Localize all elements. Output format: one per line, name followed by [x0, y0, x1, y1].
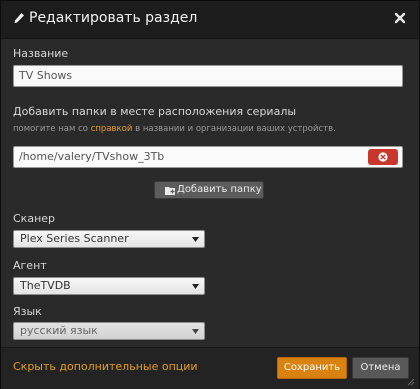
help-link[interactable]: справкой	[91, 124, 133, 134]
agent-label: Агент	[13, 259, 47, 272]
language-selected: русский язык	[20, 324, 98, 337]
edit-section-dialog: Редактировать раздел Название TV Shows Д…	[0, 0, 420, 389]
add-folder-button[interactable]: Добавить папку	[154, 181, 264, 199]
folders-label: Добавить папки в месте расположения сери…	[13, 105, 297, 118]
hide-advanced-options-link[interactable]: Скрыть дополнительные опции	[13, 360, 198, 373]
remove-folder-button[interactable]	[368, 149, 398, 165]
agent-selected: TheTVDB	[20, 279, 71, 292]
scanner-select[interactable]: Plex Series Scanner	[13, 230, 205, 248]
pencil-icon	[14, 13, 24, 23]
language-select[interactable]: русский язык	[13, 322, 205, 340]
chevron-down-icon	[192, 329, 199, 334]
scanner-label: Сканер	[13, 212, 56, 225]
folder-path-value: /home/valery/TVshow_3Tb	[19, 150, 165, 163]
agent-select[interactable]: TheTVDB	[13, 277, 205, 295]
save-button[interactable]: Сохранить	[277, 357, 347, 379]
scanner-selected: Plex Series Scanner	[20, 232, 129, 245]
dialog-title: Редактировать раздел	[29, 10, 198, 26]
cancel-button[interactable]: Отмена	[352, 357, 409, 379]
dialog-header: Редактировать раздел	[1, 1, 419, 39]
name-input-value: TV Shows	[19, 69, 73, 82]
hint-text-after: в названии и организации ваших устройств…	[132, 124, 336, 134]
add-folder-label: Добавить папку	[177, 184, 262, 195]
chevron-down-icon	[192, 237, 199, 242]
close-icon[interactable]	[394, 12, 406, 24]
name-input[interactable]: TV Shows	[13, 65, 403, 87]
remove-circle-icon	[378, 152, 388, 162]
folder-plus-icon	[165, 187, 175, 195]
hint-text-before: помогите нам со	[13, 124, 91, 134]
folder-path-input[interactable]: /home/valery/TVshow_3Tb	[13, 146, 403, 168]
language-label: Язык	[13, 305, 42, 318]
chevron-down-icon	[192, 284, 199, 289]
folders-hint: помогите нам со справкой в названии и ор…	[13, 124, 336, 134]
dialog-footer: Скрыть дополнительные опции Сохранить От…	[1, 347, 419, 389]
name-label: Название	[13, 47, 69, 60]
resize-grip-icon[interactable]	[407, 378, 415, 386]
